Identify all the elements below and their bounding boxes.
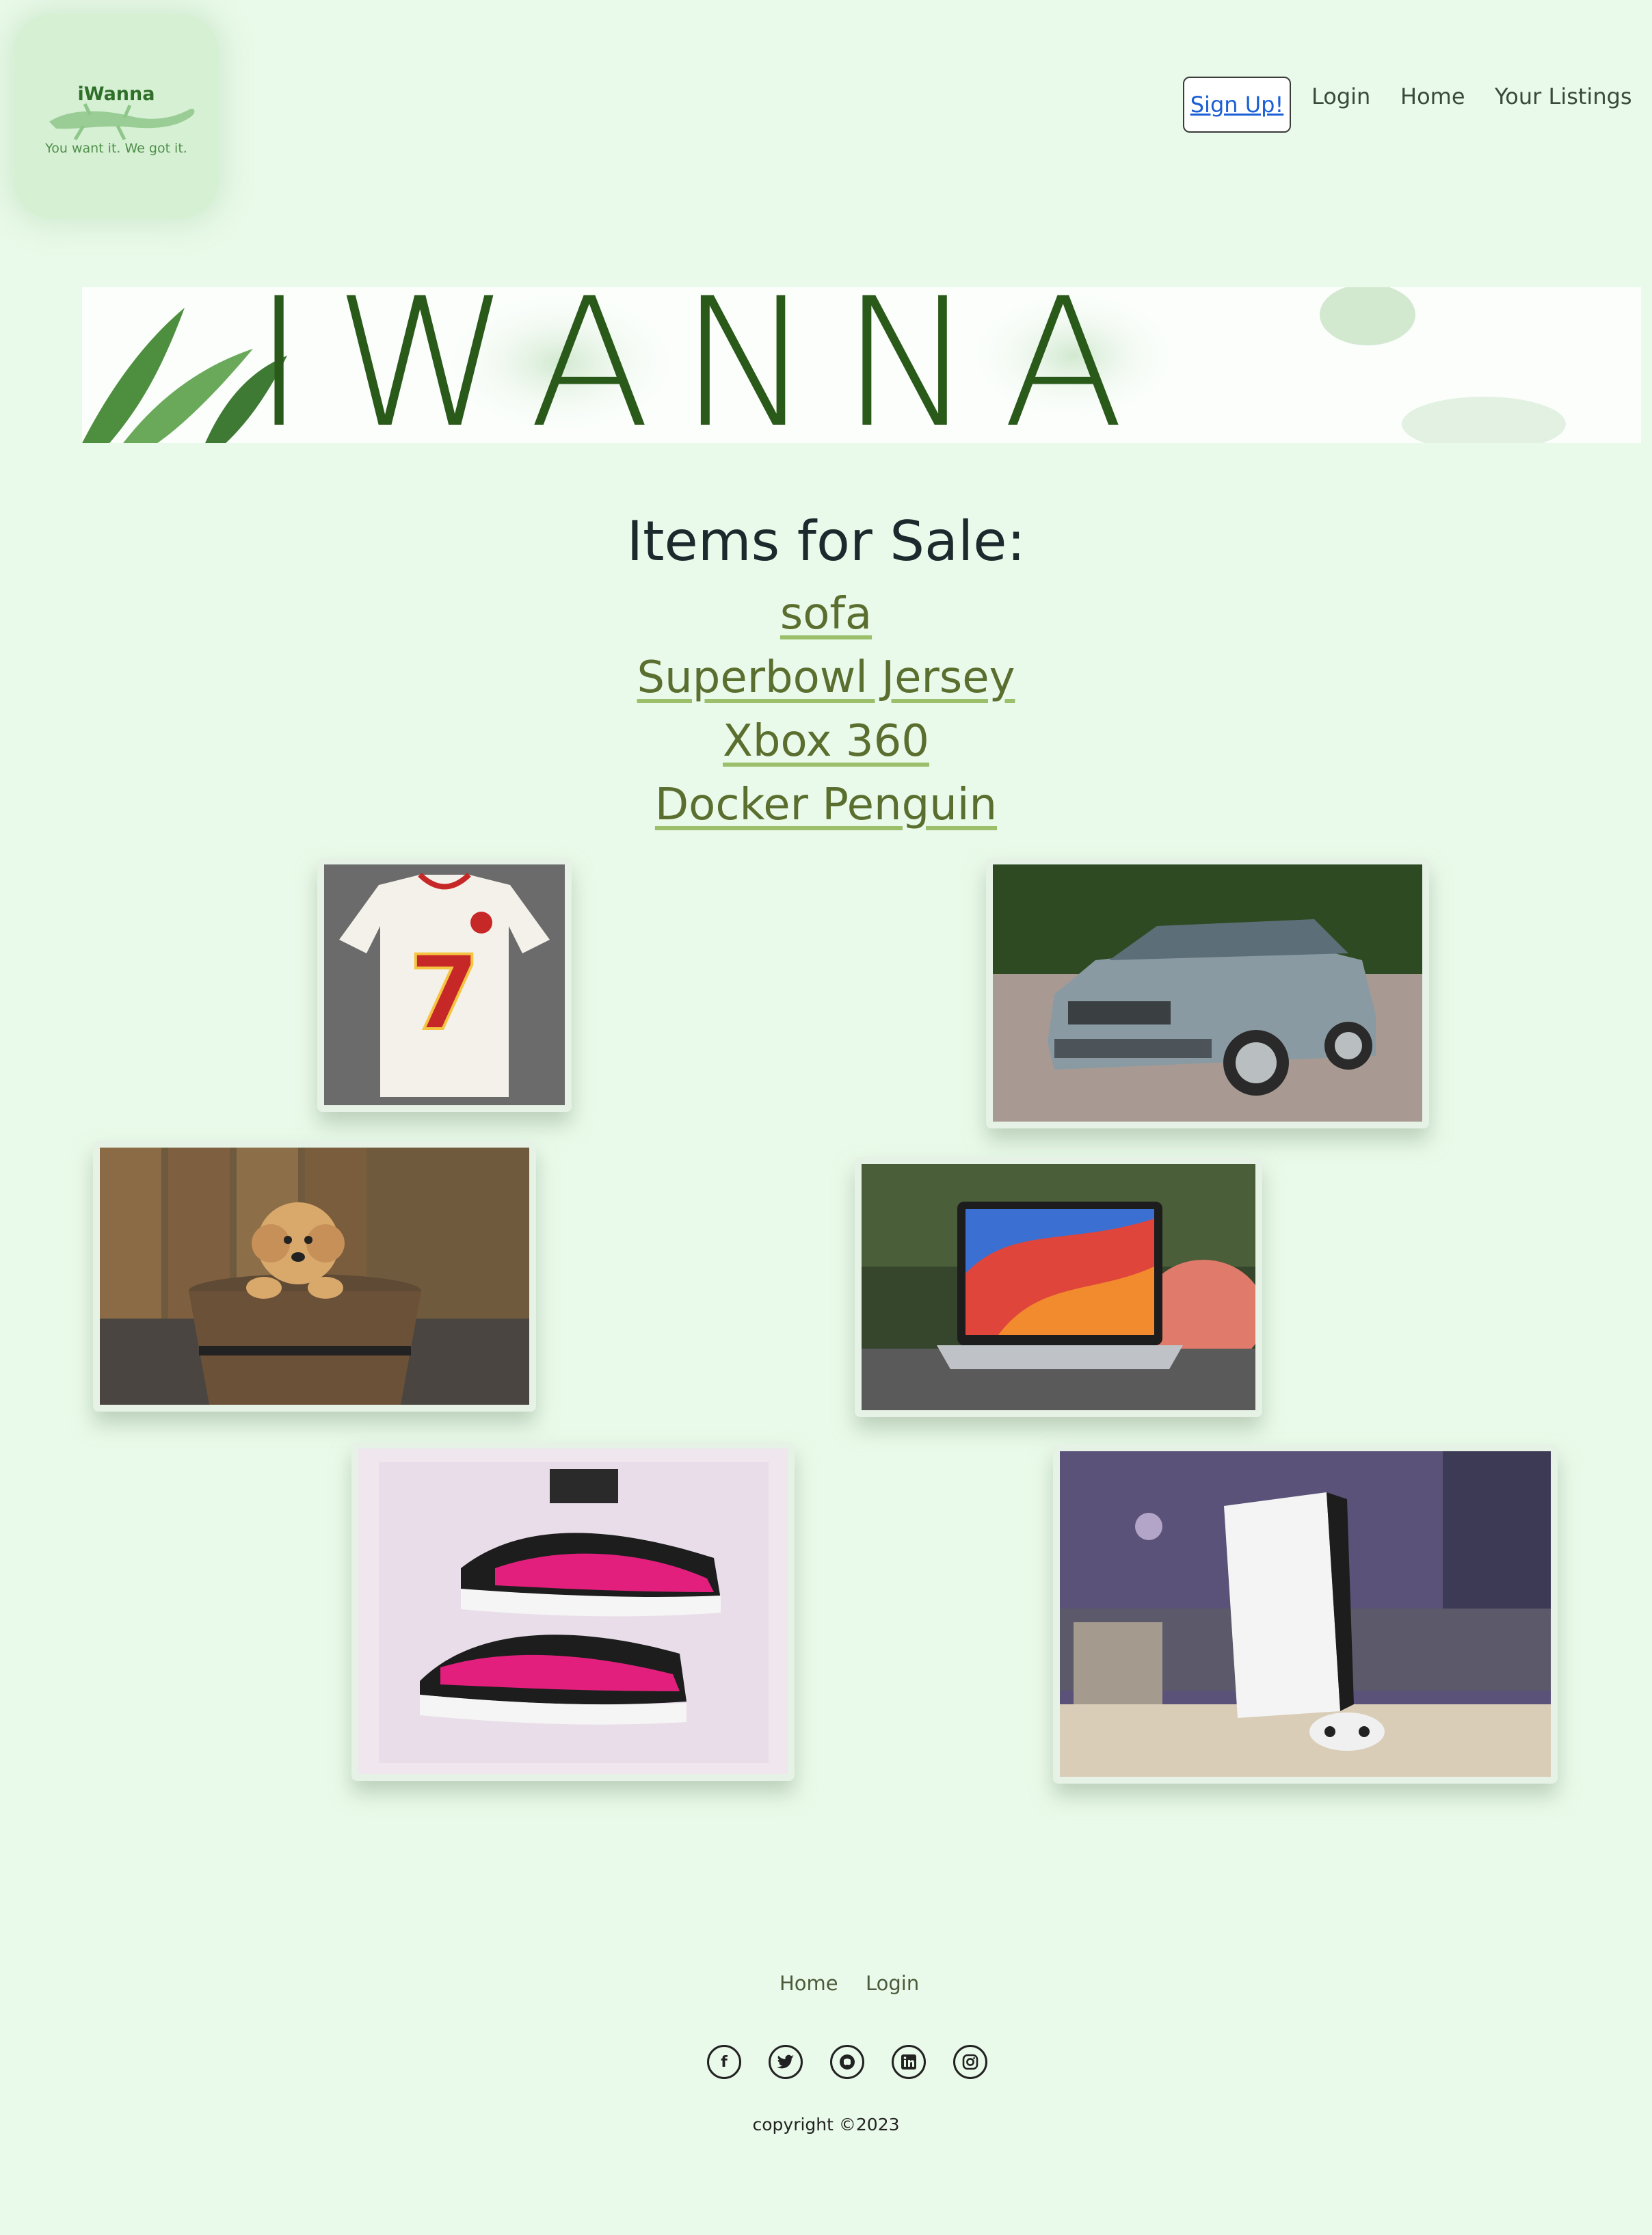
hero-banner: IWANNA [82,287,1641,443]
item-link-superbowl-jersey[interactable]: Superbowl Jersey [0,650,1652,705]
site-logo[interactable]: iWanna You want it. We got it. [14,14,219,219]
logo-title: iWanna [77,83,155,105]
signup-button[interactable]: Sign Up! [1183,77,1291,133]
item-link-xbox-360[interactable]: Xbox 360 [0,714,1652,769]
nav-your-listings-link[interactable]: Your Listings [1495,81,1632,112]
puppy-photo[interactable] [93,1141,536,1412]
footer-home-link[interactable]: Home [780,1970,838,1997]
linkedin-icon[interactable] [892,2045,926,2079]
facebook-icon[interactable]: f [707,2045,741,2079]
banner-title: IWANNA [253,287,1154,443]
nav-login-link[interactable]: Login [1311,81,1370,112]
nav-home-link[interactable]: Home [1400,81,1465,112]
copyright-text: copyright ©2023 [752,2115,900,2134]
sneakers-photo[interactable] [351,1442,795,1781]
item-link-docker-penguin[interactable]: Docker Penguin [0,778,1652,832]
logo-tagline: You want it. We got it. [45,141,187,156]
svg-text:7: 7 [409,934,480,1053]
github-icon[interactable] [830,2045,864,2079]
twitter-icon[interactable] [769,2045,803,2079]
laptop-photo[interactable] [855,1157,1262,1417]
item-link-sofa[interactable]: sofa [0,587,1652,642]
instagram-icon[interactable] [953,2045,987,2079]
page-title: Items for Sale: [626,510,1026,573]
jersey-photo[interactable]: 7 [317,858,572,1112]
console-photo[interactable] [1053,1444,1558,1784]
car-photo[interactable] [986,858,1429,1128]
footer-login-link[interactable]: Login [866,1970,919,1997]
